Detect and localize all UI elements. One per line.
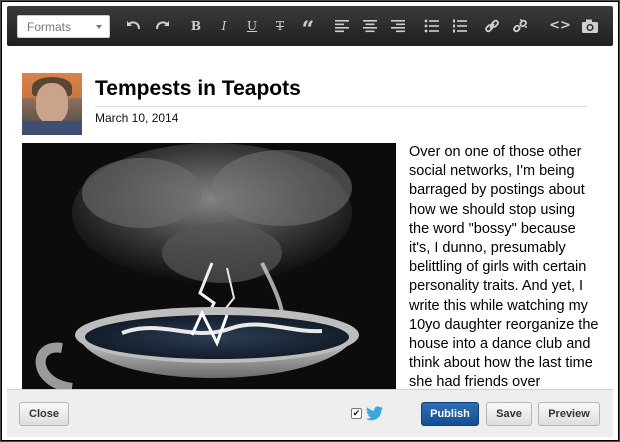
underline-icon[interactable]: U <box>241 15 263 37</box>
align-right-icon[interactable] <box>387 15 409 37</box>
avatar <box>22 73 82 135</box>
redo-icon[interactable] <box>151 15 173 37</box>
strikethrough-icon[interactable]: T <box>269 15 291 37</box>
numbered-list-icon[interactable] <box>449 15 471 37</box>
save-button[interactable]: Save <box>486 402 532 426</box>
twitter-icon <box>366 405 384 421</box>
formats-dropdown[interactable]: Formats <box>17 15 110 38</box>
teacup-storm-image <box>22 143 396 389</box>
post-title: Tempests in Teapots <box>95 77 587 107</box>
action-bar: Close ✔ Publish Save Preview <box>7 389 613 437</box>
close-button[interactable]: Close <box>19 402 69 426</box>
align-left-icon[interactable] <box>331 15 353 37</box>
camera-icon[interactable] <box>579 15 601 37</box>
bold-icon[interactable]: B <box>185 15 207 37</box>
editor-window: Formats B I U T “ <> Tempests in Teapots… <box>0 0 620 442</box>
editor-toolbar: Formats B I U T “ <> <box>7 6 613 46</box>
bullet-list-icon[interactable] <box>421 15 443 37</box>
align-center-icon[interactable] <box>359 15 381 37</box>
post-date: March 10, 2014 <box>95 111 179 125</box>
publish-button[interactable]: Publish <box>421 402 479 426</box>
undo-icon[interactable] <box>123 15 145 37</box>
post-content-area[interactable]: Tempests in Teapots March 10, 2014 Over … <box>7 53 613 389</box>
unlink-icon[interactable] <box>509 15 531 37</box>
italic-icon[interactable]: I <box>213 15 235 37</box>
chevron-down-icon <box>96 25 102 29</box>
blockquote-icon[interactable]: “ <box>297 15 319 43</box>
twitter-checkbox[interactable]: ✔ <box>351 408 362 419</box>
preview-button[interactable]: Preview <box>538 402 600 426</box>
post-body: Over on one of those other social networ… <box>409 144 599 389</box>
link-icon[interactable] <box>481 15 503 37</box>
code-icon[interactable]: <> <box>549 15 571 37</box>
formats-label: Formats <box>27 20 72 34</box>
